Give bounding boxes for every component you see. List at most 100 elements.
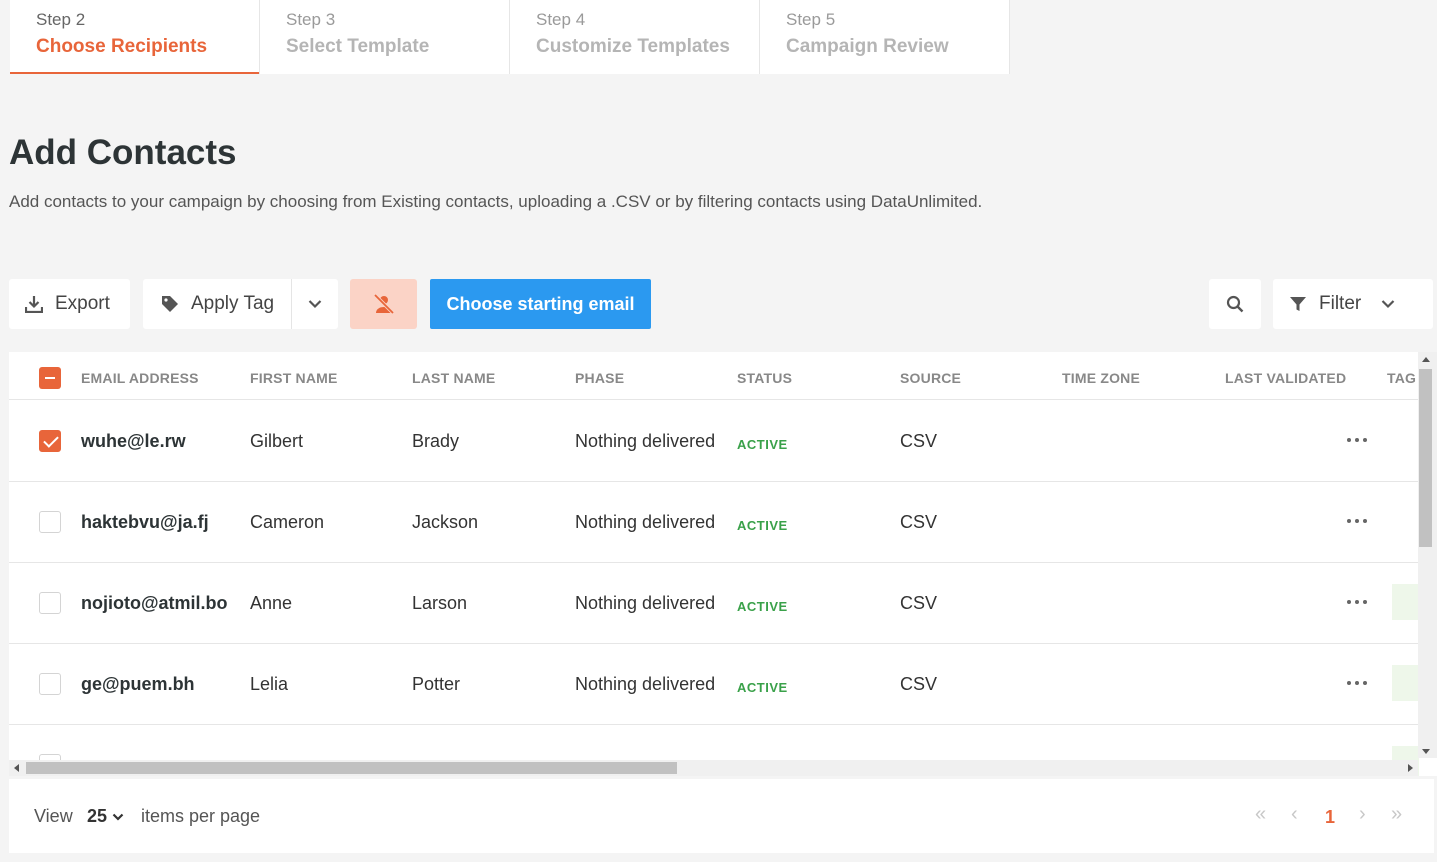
column-header-email[interactable]: EMAIL ADDRESS <box>81 370 199 386</box>
first-name-cell: Cameron <box>250 512 325 532</box>
last-name-cell: Larson <box>412 593 468 613</box>
last-name-cell: Jackson <box>412 512 479 532</box>
pagination-bar: View 25 items per page « ‹ 1 › » <box>9 779 1434 853</box>
tag-chip <box>1392 584 1419 620</box>
step-name: Choose Recipients <box>36 36 208 57</box>
step-customize-templates[interactable]: Step 4 Customize Templates <box>510 0 760 74</box>
chevron-down-icon <box>308 300 322 309</box>
step-name: Customize Templates <box>536 36 730 57</box>
step-select-template[interactable]: Step 3 Select Template <box>260 0 510 74</box>
funnel-icon <box>1290 297 1306 311</box>
table-row[interactable]: nojioto@atmil.bo Anne Larson Nothing del… <box>9 563 1419 644</box>
apply-tag-group: Apply Tag <box>143 279 338 329</box>
more-actions-icon[interactable] <box>1347 600 1367 604</box>
items-per-page-value: 25 <box>87 806 108 826</box>
table-row[interactable]: haktebvu@ja.fj Cameron Jackson Nothing d… <box>9 482 1419 563</box>
chevron-down-icon <box>1381 300 1395 309</box>
step-number: Step 5 <box>786 10 836 29</box>
download-icon <box>25 296 43 313</box>
more-actions-icon[interactable] <box>1347 681 1367 685</box>
source-cell: CSV <box>900 674 938 694</box>
items-per-page-select[interactable]: 25 <box>87 806 124 827</box>
table-row[interactable]: ge@puem.bh Lelia Potter Nothing delivere… <box>9 644 1419 725</box>
page-title: Add Contacts <box>9 133 237 172</box>
status-badge: ACTIVE <box>737 518 788 533</box>
tag-chip <box>1392 665 1419 701</box>
next-page-icon[interactable]: › <box>1359 803 1366 826</box>
previous-page-icon[interactable]: ‹ <box>1291 803 1298 826</box>
source-cell: CSV <box>900 593 938 613</box>
steps-bar: Step 2 Choose Recipients Step 3 Select T… <box>0 0 1437 74</box>
column-header-last-validated[interactable]: LAST VALIDATED <box>1225 370 1346 386</box>
export-button[interactable]: Export <box>9 279 130 329</box>
phase-cell: Nothing delivered <box>575 674 716 694</box>
chevron-down-icon <box>112 813 124 821</box>
email-cell: haktebvu@ja.fj <box>81 512 209 532</box>
unsubscribe-button[interactable] <box>350 279 417 329</box>
phase-cell: Nothing delivered <box>575 512 716 532</box>
scroll-left-arrow-icon[interactable] <box>14 764 19 772</box>
row-checkbox[interactable] <box>39 430 61 452</box>
export-label: Export <box>55 293 110 314</box>
step-campaign-review[interactable]: Step 5 Campaign Review <box>760 0 1010 74</box>
phase-cell: Nothing delivered <box>575 593 716 613</box>
status-badge: ACTIVE <box>737 437 788 452</box>
source-cell: CSV <box>900 512 938 532</box>
step-number: Step 2 <box>36 10 86 29</box>
column-header-time-zone[interactable]: TIME ZONE <box>1062 370 1140 386</box>
items-per-page-label: items per page <box>141 806 261 826</box>
first-page-icon[interactable]: « <box>1255 803 1266 826</box>
email-cell: ge@puem.bh <box>81 674 195 694</box>
scrollbar-thumb[interactable] <box>1419 369 1432 547</box>
apply-tag-label: Apply Tag <box>191 293 275 314</box>
more-actions-icon[interactable] <box>1347 438 1367 442</box>
scrollbar-thumb[interactable] <box>26 762 677 774</box>
last-page-icon[interactable]: » <box>1391 803 1402 826</box>
column-header-status[interactable]: STATUS <box>737 370 792 386</box>
phase-cell: Nothing delivered <box>575 431 716 451</box>
table-row[interactable]: wuhe@le.rw Gilbert Brady Nothing deliver… <box>9 401 1419 482</box>
email-cell: wuhe@le.rw <box>81 431 186 451</box>
email-cell: nojioto@atmil.bo <box>81 593 228 613</box>
column-header-first-name[interactable]: FIRST NAME <box>250 370 338 386</box>
filter-label: Filter <box>1319 293 1362 314</box>
tag-icon <box>162 296 178 312</box>
column-header-source[interactable]: SOURCE <box>900 370 961 386</box>
step-number: Step 4 <box>536 10 586 29</box>
row-checkbox[interactable] <box>39 673 61 695</box>
vertical-scrollbar[interactable] <box>1418 352 1437 758</box>
current-page[interactable]: 1 <box>1325 807 1335 828</box>
last-name-cell: Potter <box>412 674 461 694</box>
status-badge: ACTIVE <box>737 680 788 695</box>
scroll-up-arrow-icon[interactable] <box>1422 357 1430 362</box>
apply-tag-button[interactable]: Apply Tag <box>143 279 292 329</box>
source-cell: CSV <box>900 431 938 451</box>
contacts-table: EMAIL ADDRESS FIRST NAME LAST NAME PHASE… <box>9 352 1437 776</box>
select-all-checkbox[interactable] <box>39 367 61 389</box>
search-icon <box>1226 295 1244 313</box>
more-actions-icon[interactable] <box>1347 519 1367 523</box>
step-number: Step 3 <box>286 10 336 29</box>
scroll-right-arrow-icon[interactable] <box>1408 764 1413 772</box>
step-name: Campaign Review <box>786 36 949 57</box>
scroll-down-arrow-icon[interactable] <box>1422 749 1430 754</box>
row-checkbox[interactable] <box>39 592 61 614</box>
status-badge: ACTIVE <box>737 599 788 614</box>
user-slash-icon <box>373 294 394 314</box>
row-checkbox[interactable] <box>39 511 61 533</box>
choose-starting-email-button[interactable]: Choose starting email <box>430 279 651 329</box>
step-name: Select Template <box>286 36 430 57</box>
column-header-tag[interactable]: TAG <box>1387 370 1416 386</box>
search-button[interactable] <box>1209 279 1261 329</box>
step-choose-recipients[interactable]: Step 2 Choose Recipients <box>10 0 260 74</box>
horizontal-scrollbar[interactable] <box>9 760 1418 776</box>
table-header: EMAIL ADDRESS FIRST NAME LAST NAME PHASE… <box>9 352 1419 400</box>
first-name-cell: Gilbert <box>250 431 304 451</box>
column-header-phase[interactable]: PHASE <box>575 370 624 386</box>
first-name-cell: Lelia <box>250 674 289 694</box>
last-name-cell: Brady <box>412 431 460 451</box>
column-header-last-name[interactable]: LAST NAME <box>412 370 495 386</box>
apply-tag-dropdown-button[interactable] <box>292 279 338 329</box>
first-name-cell: Anne <box>250 593 293 613</box>
filter-button[interactable]: Filter <box>1273 279 1433 329</box>
